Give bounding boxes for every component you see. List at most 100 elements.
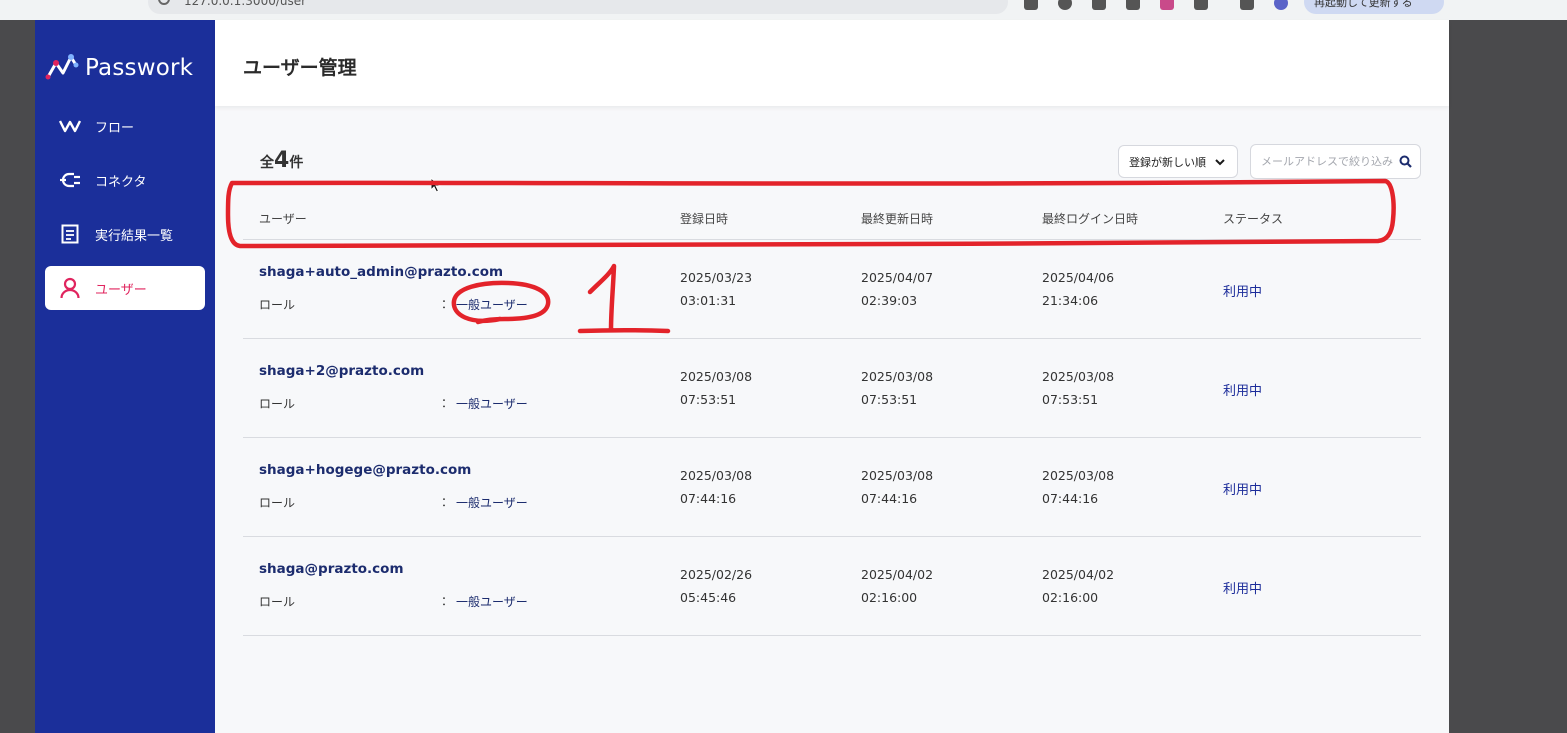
header-registered: 登録日時	[680, 212, 729, 226]
table-row[interactable]: shaga+auto_admin@prazto.com ロール ： 一般ユーザー…	[243, 240, 1421, 339]
table-row[interactable]: shaga@prazto.com ロール ： 一般ユーザー 2025/02/26…	[243, 537, 1421, 636]
registered-date: 2025/03/08	[680, 369, 753, 384]
role-label: ロール	[259, 496, 296, 510]
user-icon	[59, 277, 81, 299]
user-email[interactable]: shaga+2@prazto.com	[259, 363, 424, 379]
registered-time: 03:01:31	[680, 293, 737, 308]
updated-time: 07:44:16	[861, 491, 918, 506]
flow-icon	[59, 115, 81, 137]
extension-icon[interactable]	[1092, 0, 1106, 10]
passwork-logo-icon	[45, 54, 79, 80]
updated-datetime: 2025/04/02 02:16:00	[861, 563, 933, 609]
sidebar-item-connector[interactable]: コネクタ	[45, 158, 205, 202]
login-datetime: 2025/04/06 21:34:06	[1042, 266, 1114, 312]
updated-datetime: 2025/03/08 07:44:16	[861, 464, 933, 510]
user-email[interactable]: shaga+auto_admin@prazto.com	[259, 264, 503, 280]
status-badge: 利用中	[1223, 582, 1263, 597]
registered-date: 2025/02/26	[680, 567, 753, 582]
role-colon: ：	[441, 495, 454, 509]
registered-date: 2025/03/23	[680, 270, 753, 285]
role-value[interactable]: 一般ユーザー	[456, 395, 528, 412]
role-label: ロール	[259, 397, 296, 411]
sidebar-item-label: 実行結果一覧	[95, 228, 174, 244]
extension-icon[interactable]	[1024, 0, 1038, 10]
login-time: 02:16:00	[1042, 590, 1099, 605]
login-datetime: 2025/04/02 02:16:00	[1042, 563, 1114, 609]
logo-text: Passwork	[85, 55, 194, 81]
role-colon: ：	[441, 594, 454, 608]
extension-icon[interactable]	[1160, 0, 1174, 10]
role-colon: ：	[441, 297, 454, 311]
search-box	[1250, 144, 1421, 179]
site-info-icon[interactable]	[158, 0, 170, 5]
mouse-cursor-icon	[430, 177, 442, 193]
table-row[interactable]: shaga+hogege@prazto.com ロール ： 一般ユーザー 202…	[243, 438, 1421, 537]
download-icon[interactable]	[1240, 0, 1254, 10]
sidebar-item-results[interactable]: 実行結果一覧	[45, 212, 205, 256]
login-time: 07:53:51	[1042, 392, 1099, 407]
registered-datetime: 2025/02/26 05:45:46	[680, 563, 752, 609]
address-text: 127.0.0.1:3000/user	[184, 0, 307, 8]
updated-date: 2025/04/02	[861, 567, 934, 582]
login-time: 21:34:06	[1042, 293, 1099, 308]
sidebar-item-label: コネクタ	[95, 174, 147, 190]
updated-date: 2025/03/08	[861, 369, 934, 384]
sort-dropdown[interactable]: 登録が新しい順	[1118, 145, 1238, 178]
role-value[interactable]: 一般ユーザー	[456, 296, 528, 313]
sidebar-item-label: ユーザー	[95, 282, 147, 298]
login-datetime: 2025/03/08 07:44:16	[1042, 464, 1114, 510]
role-value[interactable]: 一般ユーザー	[456, 593, 528, 610]
count-prefix: 全	[260, 155, 274, 171]
status-badge: 利用中	[1223, 285, 1263, 300]
profile-avatar[interactable]	[1274, 0, 1288, 10]
user-count: 全4件	[260, 148, 303, 173]
search-icon[interactable]	[1399, 155, 1412, 168]
page-header: ユーザー管理	[215, 20, 1449, 106]
table-header: ユーザー 登録日時 最終更新日時 最終ログイン日時 ステータス	[243, 195, 1421, 240]
table-row[interactable]: shaga+2@prazto.com ロール ： 一般ユーザー 2025/03/…	[243, 339, 1421, 438]
extension-icon[interactable]	[1058, 0, 1072, 10]
registered-datetime: 2025/03/08 07:44:16	[680, 464, 752, 510]
app-window: Passwork フロー コネクタ 実行結果一覧 ユーザー ユーザー管理 全4件…	[35, 20, 1449, 733]
updated-time: 07:53:51	[861, 392, 918, 407]
sort-label: 登録が新しい順	[1129, 155, 1206, 169]
role-label: ロール	[259, 298, 296, 312]
registered-datetime: 2025/03/23 03:01:31	[680, 266, 752, 312]
login-date: 2025/04/02	[1042, 567, 1115, 582]
login-date: 2025/03/08	[1042, 468, 1115, 483]
extension-icon[interactable]	[1194, 0, 1208, 10]
logo[interactable]: Passwork	[45, 50, 193, 86]
count-suffix: 件	[289, 155, 304, 171]
updated-datetime: 2025/04/07 02:39:03	[861, 266, 933, 312]
updated-date: 2025/03/08	[861, 468, 934, 483]
extension-icon[interactable]	[1126, 0, 1140, 10]
updated-date: 2025/04/07	[861, 270, 934, 285]
status-badge: 利用中	[1223, 384, 1263, 399]
update-button[interactable]: 再起動して更新する	[1304, 0, 1444, 14]
sidebar-item-users[interactable]: ユーザー	[45, 266, 205, 310]
page-title: ユーザー管理	[243, 57, 357, 79]
role-colon: ：	[441, 396, 454, 410]
role-label: ロール	[259, 595, 296, 609]
document-icon	[59, 223, 81, 245]
login-datetime: 2025/03/08 07:53:51	[1042, 365, 1114, 411]
role-value[interactable]: 一般ユーザー	[456, 494, 528, 511]
plug-icon	[59, 169, 81, 191]
count-value: 4	[274, 148, 290, 173]
login-date: 2025/04/06	[1042, 270, 1115, 285]
sidebar-item-flow[interactable]: フロー	[45, 104, 205, 148]
user-email[interactable]: shaga+hogege@prazto.com	[259, 462, 471, 478]
registered-datetime: 2025/03/08 07:53:51	[680, 365, 752, 411]
updated-time: 02:39:03	[861, 293, 918, 308]
email-search-input[interactable]	[1261, 155, 1401, 168]
header-last-login: 最終ログイン日時	[1042, 212, 1139, 226]
address-bar[interactable]: 127.0.0.1:3000/user	[148, 0, 1008, 14]
chevron-down-icon	[1215, 158, 1225, 165]
status-badge: 利用中	[1223, 483, 1263, 498]
header-user: ユーザー	[259, 212, 307, 226]
users-table: ユーザー 登録日時 最終更新日時 最終ログイン日時 ステータス shaga+au…	[243, 195, 1421, 636]
header-status: ステータス	[1223, 212, 1284, 226]
login-date: 2025/03/08	[1042, 369, 1115, 384]
header-updated: 最終更新日時	[861, 212, 934, 226]
user-email[interactable]: shaga@prazto.com	[259, 561, 404, 577]
